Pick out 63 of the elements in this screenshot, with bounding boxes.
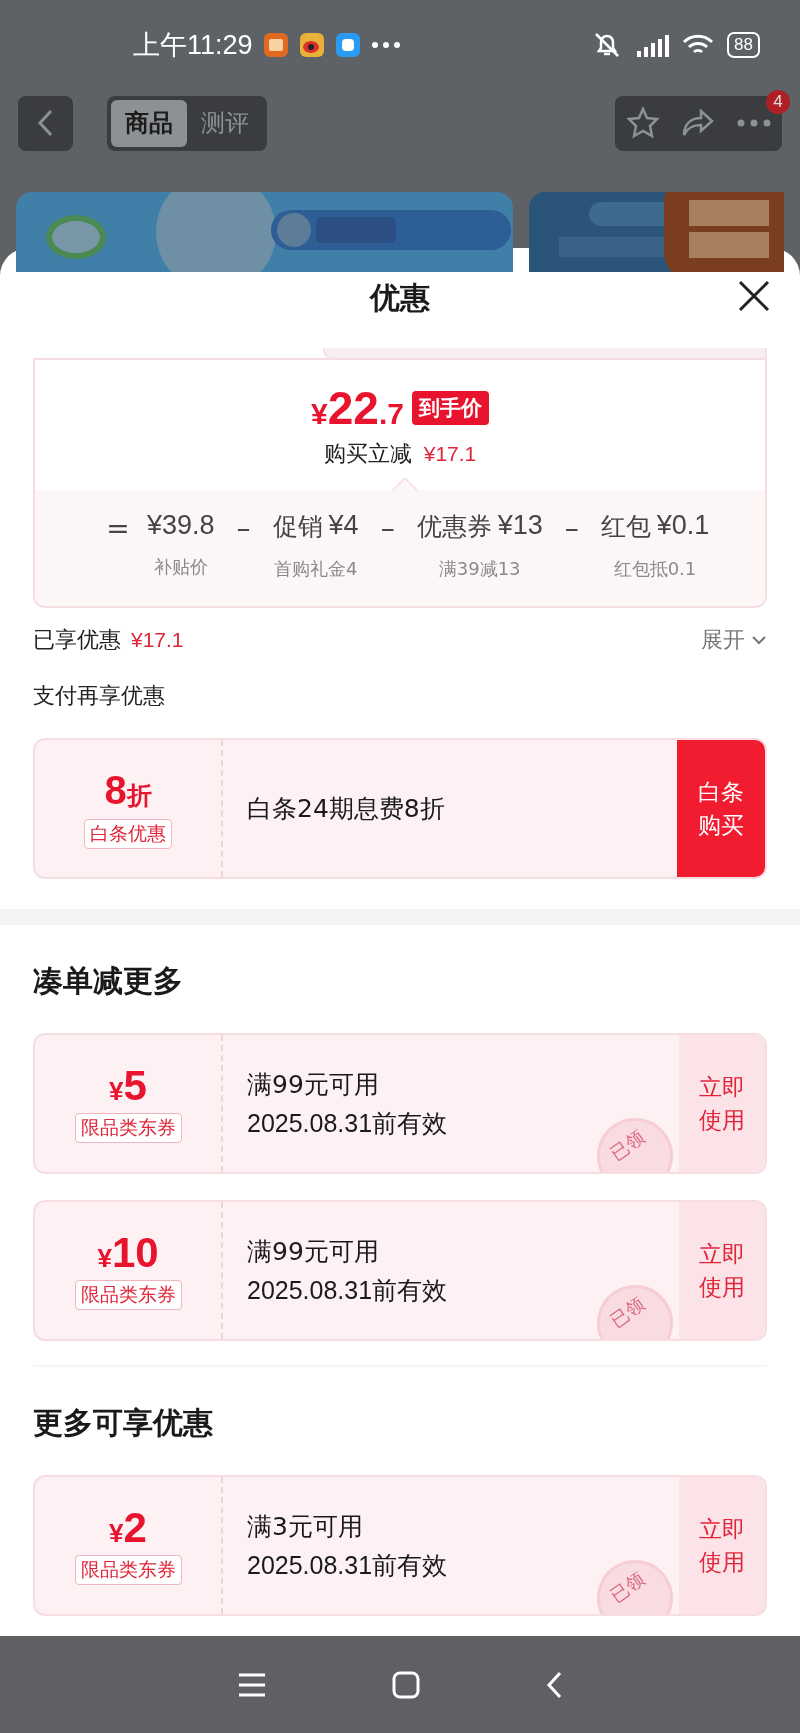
back-icon[interactable] xyxy=(545,1669,563,1700)
operator-sign: – xyxy=(379,512,396,545)
coupon-condition: 满99元可用 xyxy=(247,1235,379,1268)
use-now-button[interactable]: 立即使用 xyxy=(679,1035,765,1172)
section-title: 更多可享优惠 xyxy=(32,1403,214,1442)
breakdown-note: 红包抵0.1 xyxy=(613,557,697,581)
breakdown-label: 促销 xyxy=(272,511,323,543)
more-icon xyxy=(370,41,401,49)
coupon-amount: ¥2 xyxy=(109,1506,147,1549)
operator-sign: – xyxy=(563,512,580,545)
coupon-validity: 2025.08.31前有效 xyxy=(247,1274,448,1306)
home-icon[interactable] xyxy=(392,1670,420,1699)
sheet-title: 优惠 xyxy=(370,278,430,317)
app-icon xyxy=(298,32,325,58)
clock-time: 上午11:29 xyxy=(133,29,253,62)
offer-tag: 白条优惠 xyxy=(84,819,172,849)
operator-sign: = xyxy=(105,512,131,545)
coupon-tag: 限品类东券 xyxy=(74,1554,182,1585)
star-icon[interactable] xyxy=(625,106,660,140)
savings-label: 已享优惠 xyxy=(33,626,121,654)
breakdown-note: 补贴价 xyxy=(153,555,208,579)
coupon-validity: 2025.08.31前有效 xyxy=(247,1107,448,1139)
coupon-tag: 限品类东券 xyxy=(74,1279,182,1310)
discount-label: 购买立减 xyxy=(323,440,412,468)
coupon-validity: 2025.08.31前有效 xyxy=(247,1549,448,1581)
breakdown-amount: ¥13 xyxy=(497,510,543,542)
offer-description: 白条24期息费8折 xyxy=(247,793,445,825)
breakdown-note: 首购礼金4 xyxy=(273,557,358,581)
coupon-tag: 限品类东券 xyxy=(74,1112,182,1143)
menu-icon[interactable] xyxy=(237,1671,267,1698)
savings-amount: ¥17.1 xyxy=(131,628,184,652)
tab[interactable]: 测评 xyxy=(187,99,263,147)
operator-sign: – xyxy=(235,512,252,545)
pay-button[interactable]: 白条购买 xyxy=(677,740,765,877)
battery-level: 88 xyxy=(727,32,760,58)
section-label: 支付再享优惠 xyxy=(32,682,166,710)
discount-rate: 8折 xyxy=(104,768,152,813)
expand-button[interactable]: 展开 xyxy=(701,625,767,655)
breakdown-note: 满39减13 xyxy=(438,557,521,581)
use-now-button[interactable]: 立即使用 xyxy=(679,1202,765,1339)
breakdown-amount: ¥39.8 xyxy=(147,510,215,541)
close-icon[interactable] xyxy=(738,280,770,312)
breakdown-amount: ¥4 xyxy=(328,510,359,542)
coupon-amount: ¥5 xyxy=(109,1064,147,1107)
breakdown-label: 优惠券 xyxy=(416,511,492,543)
final-price: ¥22.7 xyxy=(311,381,404,435)
section-title: 凑单减更多 xyxy=(32,961,184,1000)
app-icon xyxy=(334,32,361,58)
use-now-button[interactable]: 立即使用 xyxy=(679,1477,765,1614)
tab[interactable]: 商品 xyxy=(111,99,187,147)
breakdown-label: 红包 xyxy=(600,511,651,543)
share-icon[interactable] xyxy=(681,108,716,138)
chevron-down-icon[interactable] xyxy=(751,635,767,645)
coupon-amount: ¥10 xyxy=(97,1231,159,1274)
notification-badge: 4 xyxy=(766,89,790,114)
coupon-condition: 满99元可用 xyxy=(247,1068,379,1101)
coupon-condition: 满3元可用 xyxy=(247,1510,363,1543)
price-tag: 到手价 xyxy=(411,391,489,425)
breakdown-amount: ¥0.1 xyxy=(656,510,710,542)
more-icon[interactable] xyxy=(737,119,772,127)
app-icon xyxy=(262,32,289,58)
back-button[interactable] xyxy=(18,95,73,151)
discount-amount: ¥17.1 xyxy=(423,442,477,466)
